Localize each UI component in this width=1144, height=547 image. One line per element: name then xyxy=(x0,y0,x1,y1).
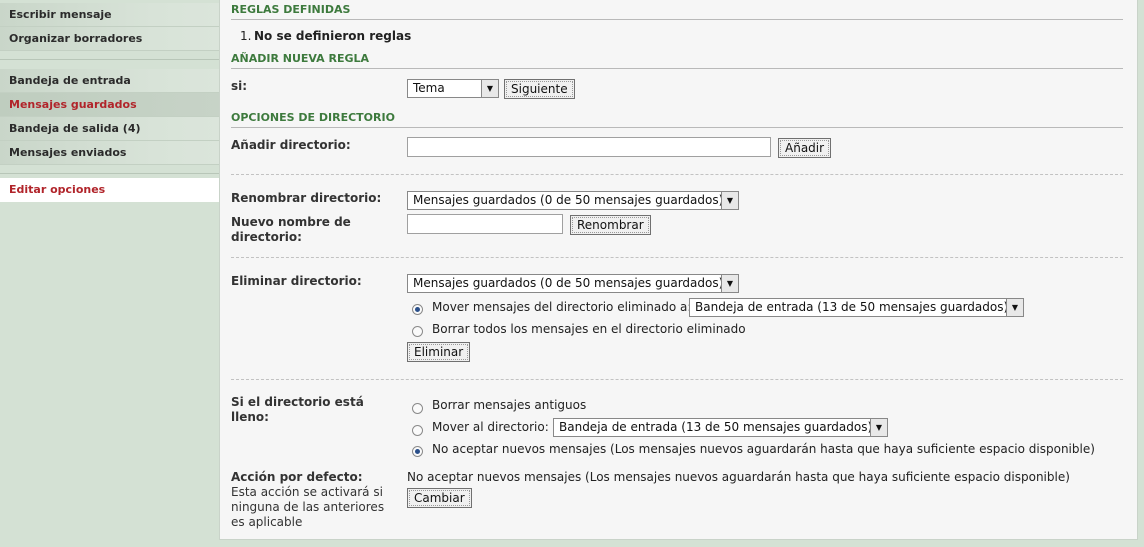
move-on-delete-select-value: Bandeja de entrada (13 de 50 mensajes gu… xyxy=(695,300,1009,314)
sidebar: Escribir mensaje Organizar borradores Ba… xyxy=(0,0,219,202)
sidebar-item-outbox[interactable]: Bandeja de salida (4) xyxy=(0,117,219,141)
rename-directory-label: Renombrar directorio: xyxy=(231,191,382,205)
reject-new-label: No aceptar nuevos mensajes (Los mensajes… xyxy=(432,442,1095,456)
add-directory-input[interactable] xyxy=(407,137,771,157)
chevron-down-icon: ▼ xyxy=(1006,299,1023,316)
if-label: si: xyxy=(231,79,248,93)
rename-directory-select[interactable]: Mensajes guardados (0 de 50 mensajes gua… xyxy=(407,191,739,210)
add-directory-label: Añadir directorio: xyxy=(231,138,351,152)
sidebar-item-drafts[interactable]: Organizar borradores xyxy=(0,27,219,51)
new-directory-name-input[interactable] xyxy=(407,214,563,234)
reject-new-radio[interactable] xyxy=(412,446,423,457)
sidebar-item-inbox[interactable]: Bandeja de entrada xyxy=(0,69,219,93)
next-button[interactable]: Siguiente xyxy=(504,79,575,99)
move-to-directory-select-value: Bandeja de entrada (13 de 50 mensajes gu… xyxy=(559,420,873,434)
delete-directory-label: Eliminar directorio: xyxy=(231,274,362,288)
section-heading-add-rule: AÑADIR NUEVA REGLA xyxy=(231,52,1123,69)
default-action-value: No aceptar nuevos mensajes (Los mensajes… xyxy=(407,470,1070,484)
move-on-delete-select[interactable]: Bandeja de entrada (13 de 50 mensajes gu… xyxy=(689,298,1024,317)
chevron-down-icon: ▼ xyxy=(721,192,738,209)
delete-old-label: Borrar mensajes antiguos xyxy=(432,398,587,412)
main-panel: REGLAS DEFINIDAS 1. No se definieron reg… xyxy=(219,0,1138,540)
sidebar-item-sent[interactable]: Mensajes enviados xyxy=(0,141,219,165)
rule-field-select-value: Tema xyxy=(413,81,445,95)
chevron-down-icon: ▼ xyxy=(721,275,738,292)
divider xyxy=(231,257,1123,258)
delete-button[interactable]: Eliminar xyxy=(407,342,471,362)
sidebar-divider xyxy=(0,165,219,174)
delete-directory-select[interactable]: Mensajes guardados (0 de 50 mensajes gua… xyxy=(407,274,739,293)
new-directory-name-label: Nuevo nombre de directorio: xyxy=(231,215,351,244)
delete-all-radio[interactable] xyxy=(412,326,423,337)
no-rules-text: No se definieron reglas xyxy=(254,29,412,43)
sidebar-divider xyxy=(0,51,219,60)
chevron-down-icon: ▼ xyxy=(481,80,498,97)
no-rules-number: 1. xyxy=(240,29,252,43)
change-button[interactable]: Cambiar xyxy=(407,488,472,508)
move-on-delete-radio[interactable] xyxy=(412,304,423,315)
section-heading-defined-rules: REGLAS DEFINIDAS xyxy=(231,3,1123,20)
full-directory-label: Si el directorio está lleno: xyxy=(231,395,364,424)
sidebar-item-edit-options[interactable]: Editar opciones xyxy=(0,178,219,202)
chevron-down-icon: ▼ xyxy=(870,419,887,436)
rename-button[interactable]: Renombrar xyxy=(570,215,651,235)
divider xyxy=(231,174,1123,175)
rename-directory-select-value: Mensajes guardados (0 de 50 mensajes gua… xyxy=(413,193,724,207)
move-to-directory-radio[interactable] xyxy=(412,425,423,436)
divider xyxy=(231,379,1123,380)
sidebar-item-compose[interactable]: Escribir mensaje xyxy=(0,3,219,27)
rule-field-select[interactable]: Tema ▼ xyxy=(407,79,499,98)
section-heading-directory-options: OPCIONES DE DIRECTORIO xyxy=(231,111,1123,128)
delete-old-radio[interactable] xyxy=(412,403,423,414)
delete-all-label: Borrar todos los mensajes en el director… xyxy=(432,322,746,336)
default-action-note: Esta acción se activará si ninguna de la… xyxy=(231,485,385,529)
move-on-delete-label: Mover mensajes del directorio eliminado … xyxy=(432,300,692,314)
add-directory-button[interactable]: Añadir xyxy=(778,138,832,158)
delete-directory-select-value: Mensajes guardados (0 de 50 mensajes gua… xyxy=(413,276,724,290)
sidebar-item-saved[interactable]: Mensajes guardados xyxy=(0,93,219,117)
move-to-directory-select[interactable]: Bandeja de entrada (13 de 50 mensajes gu… xyxy=(553,418,888,437)
move-to-directory-label: Mover al directorio: xyxy=(432,420,549,434)
default-action-label: Acción por defecto: xyxy=(231,470,363,484)
